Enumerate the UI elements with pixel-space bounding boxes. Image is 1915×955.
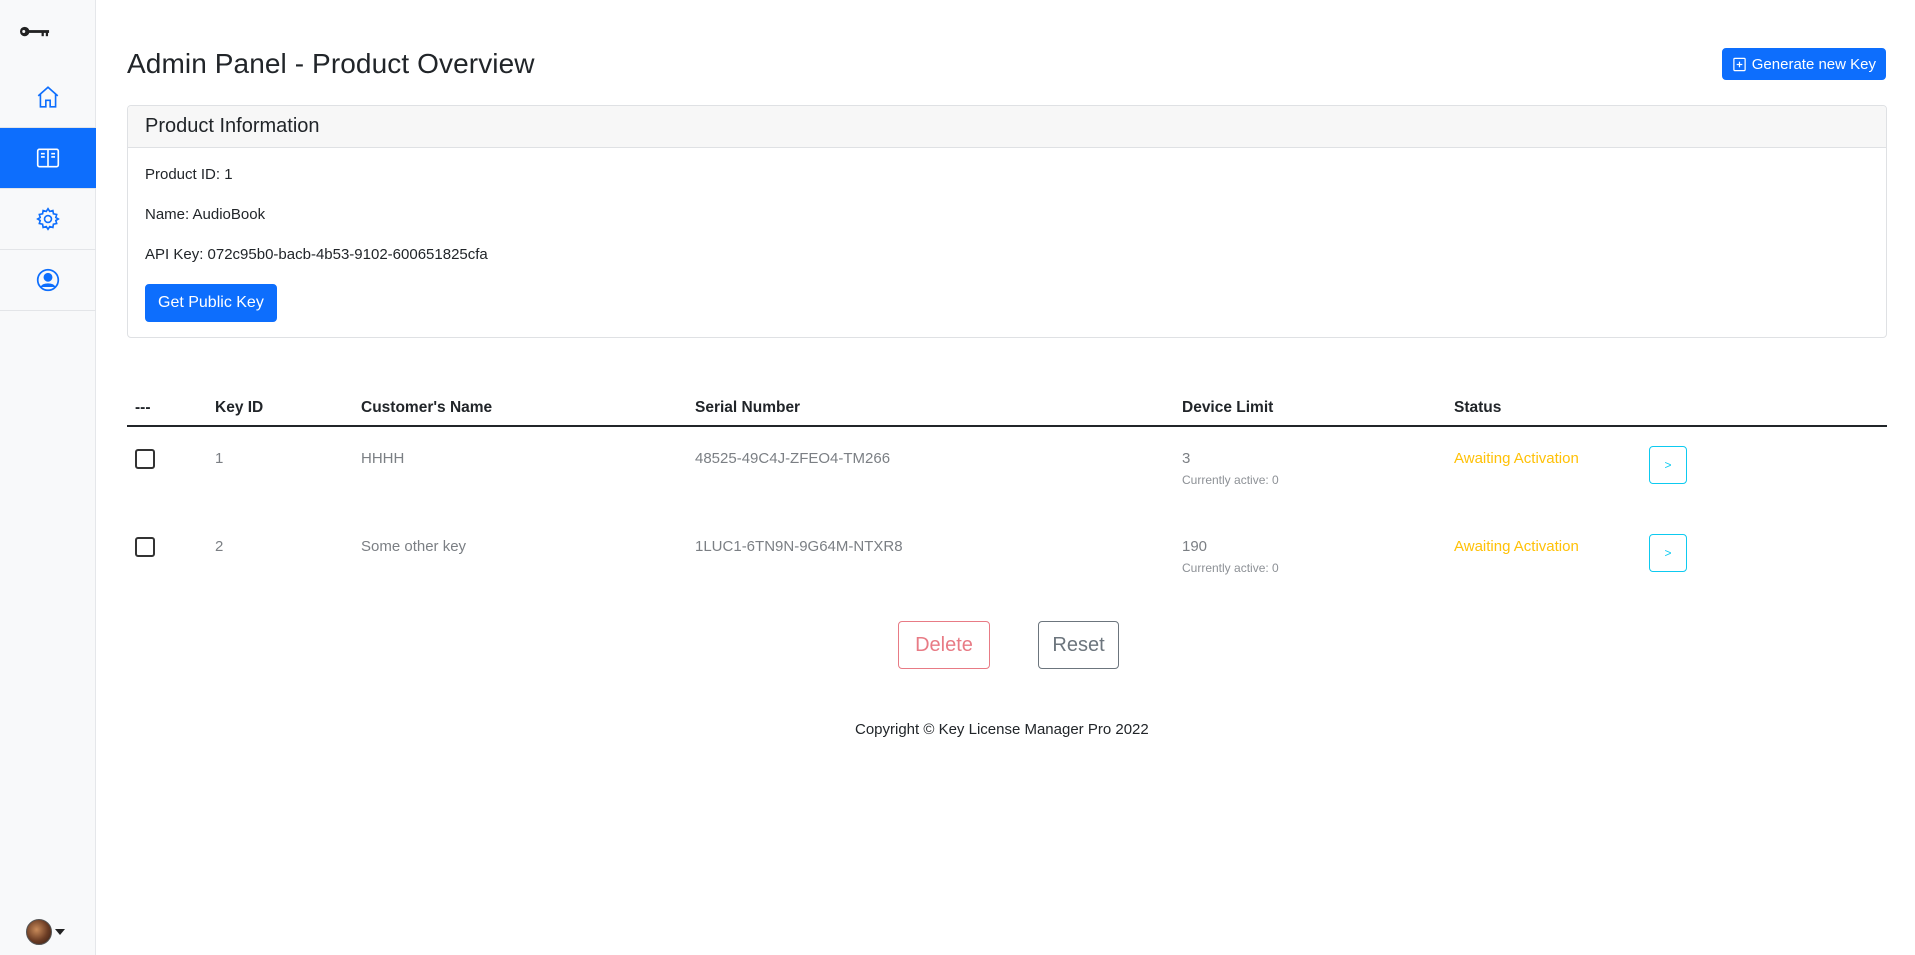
open-key-button[interactable]: > xyxy=(1649,534,1687,572)
generate-new-key-label: Generate new Key xyxy=(1751,55,1876,73)
header-device-limit: Device Limit xyxy=(1182,398,1274,416)
table-row: 1 HHHH 48525-49C4J-ZFEO4-TM266 3 Current… xyxy=(127,427,1887,515)
product-id: Product ID: 1 xyxy=(145,166,233,183)
keys-table: --- Key ID Customer's Name Serial Number… xyxy=(127,390,1887,603)
header-select: --- xyxy=(135,398,151,416)
status-badge: Awaiting Activation xyxy=(1454,538,1579,555)
table-row: 2 Some other key 1LUC1-6TN9N-9G64M-NTXR8… xyxy=(127,515,1887,603)
book-icon xyxy=(36,148,60,168)
generate-new-key-button[interactable]: Generate new Key xyxy=(1721,48,1886,80)
delete-button[interactable]: Delete xyxy=(898,621,990,669)
row-checkbox[interactable] xyxy=(135,449,155,469)
currently-active: Currently active: 0 xyxy=(1182,473,1279,487)
caret-down-icon xyxy=(55,929,65,935)
product-name: Name: AudioBook xyxy=(145,206,266,223)
user-menu-dropdown[interactable] xyxy=(26,919,65,945)
header-customer: Customer's Name xyxy=(361,398,493,416)
gear-icon xyxy=(36,207,60,231)
avatar xyxy=(26,919,52,945)
key-id-cell: 1 xyxy=(215,450,224,467)
key-icon[interactable] xyxy=(18,18,52,44)
key-id-cell: 2 xyxy=(215,538,224,555)
customer-cell: HHHH xyxy=(361,450,405,467)
sidebar-item-home[interactable] xyxy=(0,67,96,128)
page-title: Admin Panel - Product Overview xyxy=(127,48,535,79)
table-header: --- Key ID Customer's Name Serial Number… xyxy=(127,390,1887,427)
reset-button[interactable]: Reset xyxy=(1038,621,1119,669)
sidebar-item-profile[interactable] xyxy=(0,250,96,311)
card-title: Product Information xyxy=(128,106,1886,148)
currently-active: Currently active: 0 xyxy=(1182,561,1279,575)
user-circle-icon xyxy=(36,268,60,292)
header-key-id: Key ID xyxy=(215,398,264,416)
serial-cell: 48525-49C4J-ZFEO4-TM266 xyxy=(695,450,891,467)
open-key-button[interactable]: > xyxy=(1649,446,1687,484)
sidebar-item-products[interactable] xyxy=(0,128,96,189)
product-api-key: API Key: 072c95b0-bacb-4b53-9102-6006518… xyxy=(145,246,488,263)
house-icon xyxy=(37,86,59,108)
product-info-card: Product Information Product ID: 1 Name: … xyxy=(127,105,1887,338)
serial-cell: 1LUC1-6TN9N-9G64M-NTXR8 xyxy=(695,538,903,555)
device-limit-cell: 190 xyxy=(1182,538,1208,555)
get-public-key-button[interactable]: Get Public Key xyxy=(145,284,277,322)
footer-copyright: Copyright © Key License Manager Pro 2022 xyxy=(855,721,1149,738)
row-checkbox[interactable] xyxy=(135,537,155,557)
customer-cell: Some other key xyxy=(361,538,467,555)
plus-square-icon xyxy=(1733,57,1746,71)
status-badge: Awaiting Activation xyxy=(1454,450,1579,467)
sidebar-nav xyxy=(0,67,96,311)
header-status: Status xyxy=(1454,398,1502,416)
header-serial: Serial Number xyxy=(695,398,801,416)
device-limit-cell: 3 xyxy=(1182,450,1191,467)
sidebar xyxy=(0,0,96,955)
sidebar-item-settings[interactable] xyxy=(0,189,96,250)
